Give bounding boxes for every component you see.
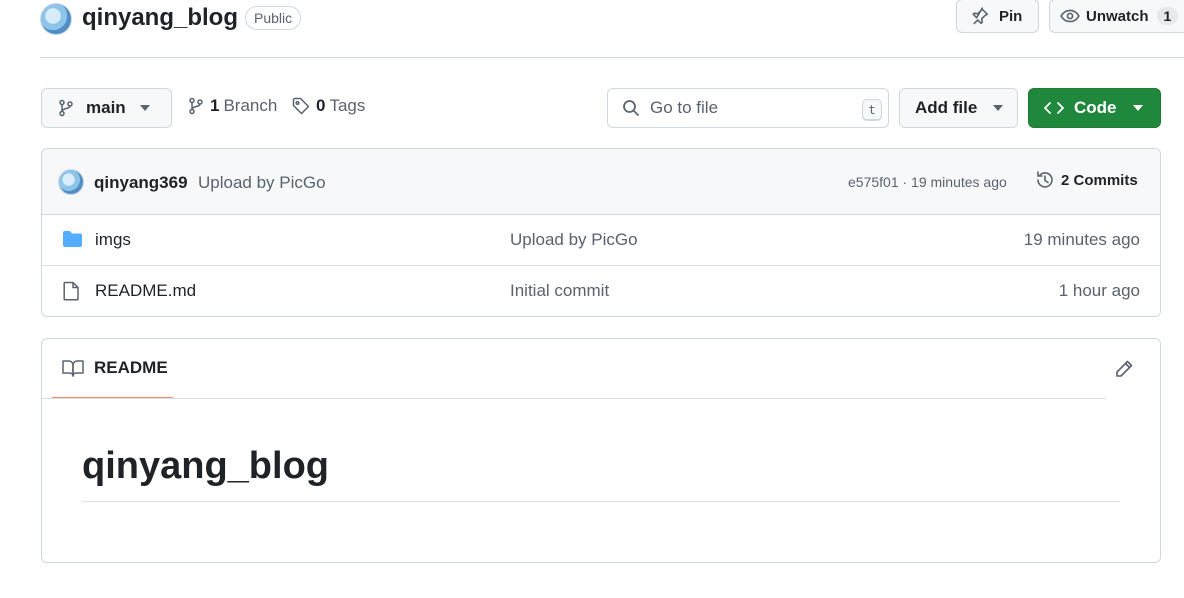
pin-button[interactable]: Pin xyxy=(956,0,1039,33)
commits-link[interactable]: 2 Commits xyxy=(1035,170,1138,190)
file-row[interactable]: README.md Initial commit 1 hour ago xyxy=(42,266,1160,316)
unwatch-button[interactable]: Unwatch 1 xyxy=(1049,0,1184,33)
readme-heading: qinyang_blog xyxy=(82,445,329,487)
add-file-label: Add file xyxy=(915,98,978,117)
visibility-badge: Public xyxy=(245,6,302,30)
commit-meta[interactable]: e575f01 · 19 minutes ago xyxy=(848,174,1007,190)
pin-icon xyxy=(971,7,989,25)
file-name[interactable]: README.md xyxy=(95,281,196,301)
branches-count: 1 xyxy=(210,96,220,115)
file-row[interactable]: imgs Upload by PicGo 19 minutes ago xyxy=(42,215,1160,266)
file-icon xyxy=(62,281,80,301)
search-shortcut-key: t xyxy=(862,99,882,121)
unwatch-label: Unwatch xyxy=(1086,7,1149,25)
tags-count: 0 xyxy=(316,96,326,115)
repo-title[interactable]: qinyang_blog xyxy=(82,4,238,32)
file-name[interactable]: imgs xyxy=(95,230,131,250)
folder-icon xyxy=(62,230,83,248)
readme-panel: README qinyang_blog xyxy=(41,338,1161,563)
commit-message[interactable]: Upload by PicGo xyxy=(198,173,326,193)
file-commit-message[interactable]: Upload by PicGo xyxy=(510,230,638,250)
branch-name: main xyxy=(86,98,126,117)
branch-icon xyxy=(188,97,204,115)
commits-label: 2 Commits xyxy=(1061,171,1138,189)
watch-counter: 1 xyxy=(1156,7,1179,25)
search-icon xyxy=(622,99,640,117)
commit-author-avatar[interactable] xyxy=(58,169,84,195)
readme-tab[interactable]: README xyxy=(52,339,173,399)
eye-icon xyxy=(1060,7,1080,25)
code-label: Code xyxy=(1074,98,1117,117)
triangle-down-icon xyxy=(993,105,1004,111)
latest-commit-bar: qinyang369 Upload by PicGo e575f01 · 19 … xyxy=(42,149,1160,215)
triangle-down-icon xyxy=(1132,105,1143,111)
history-icon xyxy=(1035,170,1055,190)
file-commit-message[interactable]: Initial commit xyxy=(510,281,609,301)
pin-label: Pin xyxy=(999,7,1023,25)
code-icon xyxy=(1044,101,1064,115)
add-file-button[interactable]: Add file xyxy=(899,88,1018,128)
tags-link[interactable]: 0 Tags xyxy=(292,96,365,116)
file-commit-time: 1 hour ago xyxy=(1058,281,1140,300)
header-divider xyxy=(40,57,1184,58)
readme-tab-label: README xyxy=(94,358,168,377)
triangle-down-icon xyxy=(139,105,150,111)
branches-label: Branch xyxy=(223,96,278,115)
file-commit-time: 19 minutes ago xyxy=(1023,230,1140,249)
go-to-file-search[interactable]: Go to file t xyxy=(607,88,889,128)
pencil-icon[interactable] xyxy=(1114,359,1134,379)
readme-divider xyxy=(42,398,1106,399)
tag-icon xyxy=(292,97,310,115)
heading-rule xyxy=(82,501,1120,502)
repo-owner-avatar[interactable] xyxy=(40,3,72,35)
book-icon xyxy=(62,359,84,377)
tags-label: Tags xyxy=(329,96,366,115)
search-placeholder: Go to file xyxy=(650,98,719,117)
file-browser: qinyang369 Upload by PicGo e575f01 · 19 … xyxy=(41,148,1161,317)
commit-author[interactable]: qinyang369 xyxy=(94,173,188,193)
branches-link[interactable]: 1 Branch xyxy=(188,96,277,116)
branch-icon xyxy=(58,99,74,117)
code-button[interactable]: Code xyxy=(1028,88,1161,128)
branch-select-button[interactable]: main xyxy=(41,88,172,128)
